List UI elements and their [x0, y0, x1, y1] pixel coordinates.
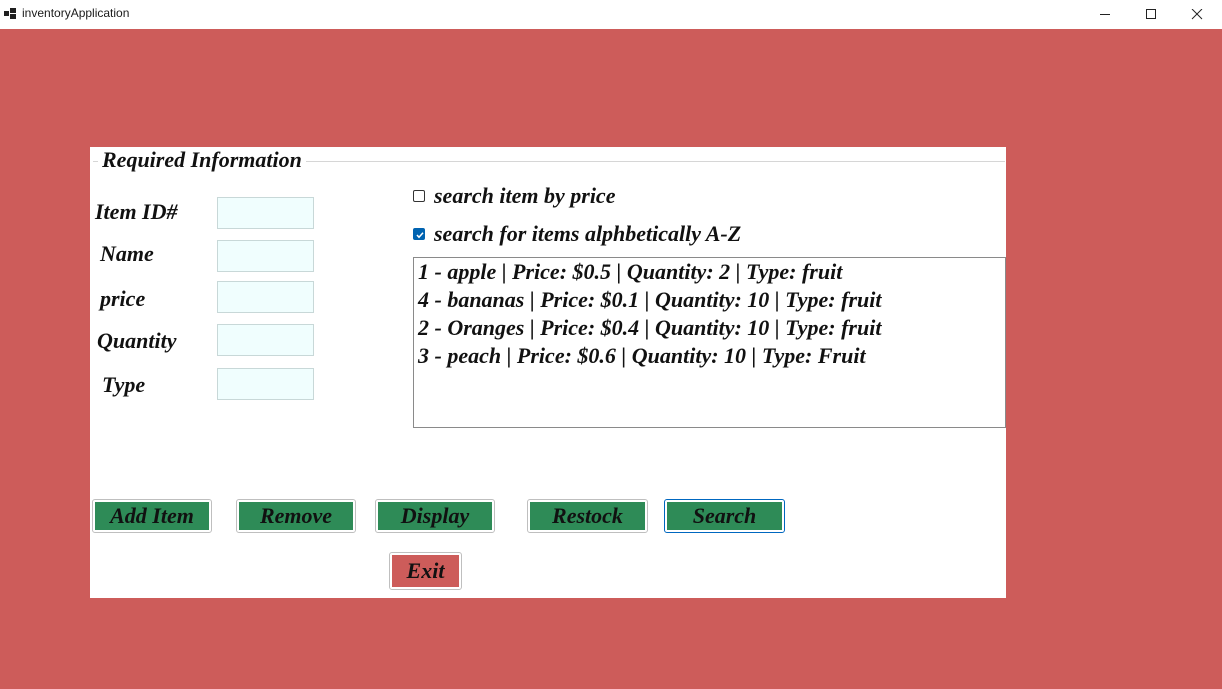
app-icon [4, 8, 16, 19]
required-information-group: Required Information Item ID# Name price… [90, 147, 1006, 598]
group-title: Required Information [98, 147, 306, 173]
restock-button[interactable]: Restock [527, 499, 648, 533]
search-by-price-checkbox[interactable] [413, 190, 425, 202]
quantity-label: Quantity [97, 328, 177, 353]
remove-label: Remove [239, 502, 353, 530]
quantity-input[interactable] [217, 324, 314, 356]
remove-button[interactable]: Remove [236, 499, 356, 533]
display-button[interactable]: Display [375, 499, 495, 533]
restock-label: Restock [530, 502, 645, 530]
search-label: Search [667, 502, 782, 530]
close-button[interactable] [1174, 0, 1220, 29]
maximize-icon [1146, 9, 1156, 19]
item-id-input[interactable] [217, 197, 314, 229]
price-label: price [100, 286, 146, 311]
type-input[interactable] [217, 368, 314, 400]
list-item[interactable]: 3 - peach | Price: $0.6 | Quantity: 10 |… [414, 342, 1005, 370]
type-label: Type [102, 372, 146, 397]
add-item-label: Add Item [95, 502, 209, 530]
list-item[interactable]: 2 - Oranges | Price: $0.4 | Quantity: 10… [414, 314, 1005, 342]
search-by-price-label: search item by price [434, 183, 616, 208]
maximize-button[interactable] [1128, 0, 1174, 29]
item-id-label: Item ID# [95, 199, 178, 224]
window-title: inventoryApplication [22, 6, 130, 20]
exit-button[interactable]: Exit [389, 552, 462, 590]
items-listbox[interactable]: 1 - apple | Price: $0.5 | Quantity: 2 | … [413, 257, 1006, 428]
exit-label: Exit [392, 555, 459, 587]
list-item[interactable]: 1 - apple | Price: $0.5 | Quantity: 2 | … [414, 258, 1005, 286]
minimize-button[interactable] [1082, 0, 1128, 29]
title-bar: inventoryApplication [0, 0, 1222, 29]
list-item[interactable]: 4 - bananas | Price: $0.1 | Quantity: 10… [414, 286, 1005, 314]
close-icon [1191, 9, 1203, 20]
search-alphabetically-label: search for items alphbetically A-Z [434, 221, 742, 246]
search-alphabetically-checkbox[interactable] [413, 228, 425, 240]
name-input[interactable] [217, 240, 314, 272]
add-item-button[interactable]: Add Item [92, 499, 212, 533]
display-label: Display [378, 502, 492, 530]
name-label: Name [100, 241, 154, 266]
price-input[interactable] [217, 281, 314, 313]
search-button[interactable]: Search [664, 499, 785, 533]
checkmark-icon [416, 232, 424, 239]
minimize-icon [1100, 14, 1110, 15]
